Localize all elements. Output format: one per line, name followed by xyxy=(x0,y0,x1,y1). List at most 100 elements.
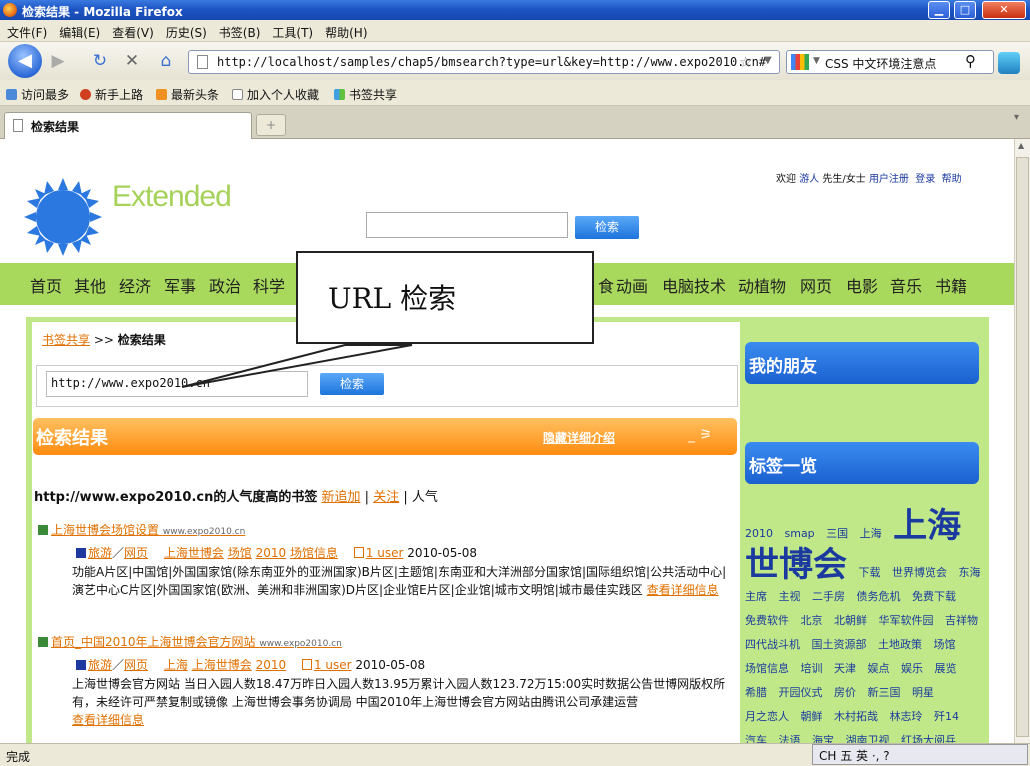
nav-web[interactable]: 网页 xyxy=(800,273,832,297)
tag-cloud-item[interactable]: 新三国 xyxy=(868,686,901,699)
menu-tools[interactable]: 工具(T) xyxy=(265,20,318,41)
tag-cloud-item[interactable]: 娱乐 xyxy=(901,662,923,675)
tag-cloud-item[interactable]: 三国 xyxy=(826,527,848,540)
search-icon[interactable]: ⚲ xyxy=(965,52,976,70)
tag-cloud-item[interactable]: 林志玲 xyxy=(890,710,923,723)
ime-toolbar[interactable]: CH 五 英 ·, ? xyxy=(812,744,1028,765)
scrollbar-thumb[interactable] xyxy=(1016,157,1029,737)
tag-cloud-item[interactable]: 上海 xyxy=(893,507,961,546)
tag-cloud-item[interactable]: 场馆信息 xyxy=(745,662,789,675)
tag-cloud-item[interactable]: 月之恋人 xyxy=(745,710,789,723)
search-text[interactable]: CSS 中文环境注意点 xyxy=(825,55,936,72)
back-arrow-icon[interactable]: ◀ xyxy=(8,44,42,78)
nav-other[interactable]: 其他 xyxy=(74,273,106,297)
help-link[interactable]: 帮助 xyxy=(942,174,962,185)
close-button[interactable]: ✕ xyxy=(982,1,1026,19)
home-icon[interactable]: ⌂ xyxy=(154,49,178,73)
tab-search-results[interactable]: 检索结果 xyxy=(4,112,252,139)
tag-cloud-item[interactable]: 场馆 xyxy=(934,638,956,651)
tab-list-icon[interactable]: ▾ xyxy=(1014,112,1019,123)
login-link[interactable]: 登录 xyxy=(915,174,935,185)
tag-cloud-item[interactable]: 免费软件 xyxy=(745,614,789,627)
tag-cloud-item[interactable]: 湖南卫视 xyxy=(846,734,890,743)
tag-cloud-item[interactable]: 华军软件园 xyxy=(879,614,934,627)
nav-home[interactable]: 首页 xyxy=(30,273,62,297)
tag-link[interactable]: 上海世博会 xyxy=(192,658,252,672)
nav-food[interactable]: 食 xyxy=(598,273,614,297)
nav-movies[interactable]: 电影 xyxy=(846,273,878,297)
tag-cloud-item[interactable]: 歼14 xyxy=(934,710,959,723)
url-search-button[interactable]: 检索 xyxy=(320,373,384,395)
bookmark-share[interactable]: 书签共享 xyxy=(334,86,397,103)
site-search-input[interactable] xyxy=(366,212,568,238)
menu-bookmarks[interactable]: 书签(B) xyxy=(212,20,266,41)
nav-military[interactable]: 军事 xyxy=(164,273,196,297)
site-search-button[interactable]: 检索 xyxy=(575,216,639,239)
register-link[interactable]: 用户注册 xyxy=(869,174,909,185)
view-details-link[interactable]: 查看详细信息 xyxy=(647,583,719,597)
url-text[interactable]: http://localhost/samples/chap5/bmsearch?… xyxy=(217,55,766,69)
menu-edit[interactable]: 编辑(E) xyxy=(52,20,105,41)
category-travel[interactable]: 旅游 xyxy=(88,546,112,560)
tag-cloud-item[interactable]: 东海 xyxy=(959,566,981,579)
nav-music[interactable]: 音乐 xyxy=(890,273,922,297)
tag-cloud-item[interactable]: 四代战斗机 xyxy=(745,638,800,651)
tag-link[interactable]: 上海 xyxy=(164,658,188,672)
site-logo-text[interactable]: Extended xyxy=(112,180,232,214)
nav-nature[interactable]: 动植物 xyxy=(738,273,786,297)
menu-history[interactable]: 历史(S) xyxy=(159,20,212,41)
nav-animation[interactable]: 动画 xyxy=(616,273,648,297)
addon-icon[interactable] xyxy=(998,52,1020,74)
user-count-link[interactable]: 1 user xyxy=(366,546,404,560)
tag-link[interactable]: 2010 xyxy=(256,546,287,560)
new-link[interactable]: 新追加 xyxy=(322,490,361,505)
forward-arrow-icon[interactable]: ▶ xyxy=(46,49,70,73)
tag-cloud-item[interactable]: 开园仪式 xyxy=(779,686,823,699)
tag-link[interactable]: 场馆 xyxy=(228,546,252,560)
menu-view[interactable]: 查看(V) xyxy=(105,20,159,41)
rss-icon[interactable]: _ ⚞ xyxy=(688,427,712,443)
tag-link[interactable]: 场馆信息 xyxy=(290,546,338,560)
tag-cloud-item[interactable]: 天津 xyxy=(834,662,856,675)
nav-economy[interactable]: 经济 xyxy=(119,273,151,297)
tag-cloud-item[interactable]: 北京 xyxy=(801,614,823,627)
nav-books[interactable]: 书籍 xyxy=(935,273,967,297)
bookmark-getting-started[interactable]: 新手上路 xyxy=(80,86,143,103)
tag-cloud-item[interactable]: 上海 xyxy=(860,527,882,540)
url-search-input[interactable]: http://www.expo2010.cn xyxy=(46,371,308,397)
view-details-link[interactable]: 查看详细信息 xyxy=(72,713,144,727)
tag-cloud-item[interactable]: 展览 xyxy=(935,662,957,675)
maximize-button[interactable]: □ xyxy=(954,1,976,19)
tag-cloud-item[interactable]: 二手房 xyxy=(812,590,845,603)
tag-cloud-item[interactable]: 主席 xyxy=(745,590,767,603)
scroll-up-icon[interactable]: ▲ xyxy=(1018,141,1024,150)
reload-icon[interactable]: ↻ xyxy=(88,49,112,73)
follow-link[interactable]: 关注 xyxy=(373,490,399,505)
breadcrumb-link[interactable]: 书签共享 xyxy=(42,333,90,347)
tag-cloud-item[interactable]: 土地政策 xyxy=(878,638,922,651)
tag-link[interactable]: 上海世博会 xyxy=(164,546,224,560)
tag-cloud-item[interactable]: 朝鲜 xyxy=(801,710,823,723)
minimize-button[interactable]: ▁ xyxy=(928,1,950,19)
tag-cloud-item[interactable]: 世界博览会 xyxy=(892,566,947,579)
tag-cloud-item[interactable]: smap xyxy=(785,527,815,540)
nav-politics[interactable]: 政治 xyxy=(209,273,241,297)
menu-file[interactable]: 文件(F) xyxy=(0,20,52,41)
tag-cloud-item[interactable]: 世博会 xyxy=(745,545,847,585)
tag-cloud-item[interactable]: 希腊 xyxy=(745,686,767,699)
category-web[interactable]: 网页 xyxy=(124,658,148,672)
engine-dropdown-icon[interactable]: ▼ xyxy=(813,56,820,66)
nav-computer[interactable]: 电脑技术 xyxy=(662,273,726,297)
tag-cloud-item[interactable]: 债务危机 xyxy=(857,590,901,603)
tag-cloud-item[interactable]: 木村拓哉 xyxy=(834,710,878,723)
bookmark-most-visited[interactable]: 访问最多 xyxy=(6,86,69,103)
tag-cloud-item[interactable]: 海宝 xyxy=(812,734,834,743)
tag-link[interactable]: 2010 xyxy=(256,658,287,672)
tag-cloud-item[interactable]: 培训 xyxy=(801,662,823,675)
bookmark-add-favorite[interactable]: 加入个人收藏 xyxy=(232,86,319,103)
guest-link[interactable]: 游人 xyxy=(799,174,819,185)
google-icon[interactable] xyxy=(791,54,809,70)
bookmark-latest-headlines[interactable]: 最新头条 xyxy=(156,86,219,103)
result-title[interactable]: 首页_中国2010年上海世博会官方网站 www.expo2010.cn xyxy=(51,635,342,649)
result-title[interactable]: 上海世博会场馆设置 www.expo2010.cn xyxy=(51,523,245,537)
